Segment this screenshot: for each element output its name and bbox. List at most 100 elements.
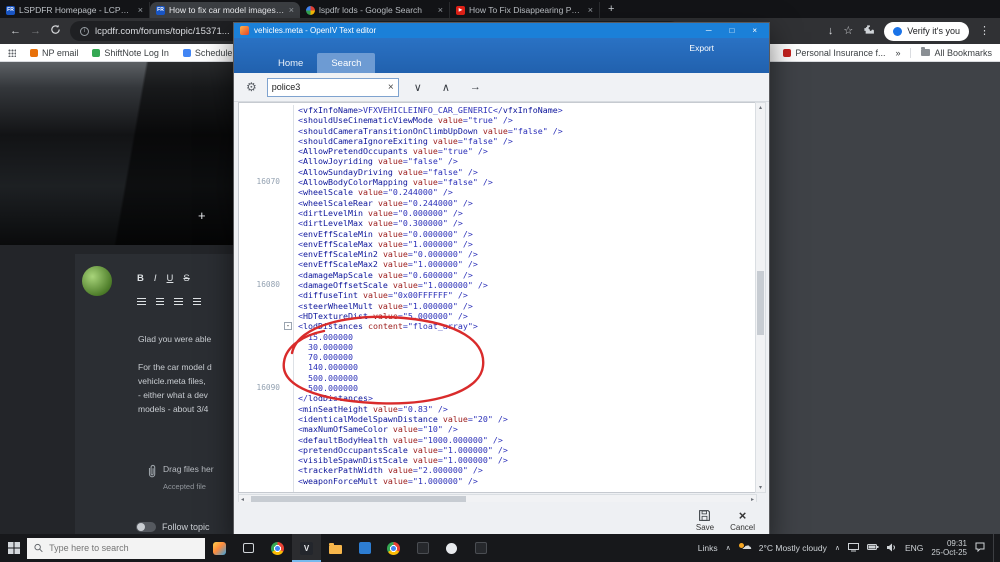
browser-menu-icon[interactable]: ⋮ <box>979 26 990 37</box>
display-icon[interactable] <box>848 543 859 554</box>
align-left-icon[interactable] <box>174 298 183 305</box>
chrome-taskbar-icon[interactable] <box>263 534 292 562</box>
forward-icon[interactable]: → <box>30 26 41 37</box>
follow-topic-toggle[interactable] <box>136 522 156 532</box>
chrome-taskbar-icon-2[interactable] <box>379 534 408 562</box>
bookmark-shiftnote[interactable]: ShiftNote Log In <box>92 48 169 58</box>
italic-button[interactable]: I <box>154 273 157 284</box>
bookmark-personal-insurance[interactable]: Personal Insurance f... <box>783 48 885 58</box>
scroll-up-icon[interactable]: ▴ <box>756 104 765 111</box>
ribbon-tabs: Home Search <box>264 53 375 73</box>
bookmarks-right: Personal Insurance f... » All Bookmarks <box>783 48 992 58</box>
underline-button[interactable]: U <box>167 273 174 284</box>
post-text-line: - either what a dev <box>138 390 208 400</box>
all-bookmarks-button[interactable]: All Bookmarks <box>921 48 992 58</box>
vertical-scroll-thumb[interactable] <box>757 271 764 335</box>
tray-expand-icon[interactable]: ∧ <box>835 544 840 552</box>
search-field[interactable]: × <box>267 78 399 97</box>
browser-tab[interactable]: FR LSPDFR Homepage - LCPDFR.c... × <box>0 2 150 18</box>
search-input[interactable] <box>272 82 384 92</box>
download-icon[interactable]: ↓ <box>828 26 834 37</box>
minimize-icon[interactable]: ─ <box>706 26 712 35</box>
search-toolbar: ⚙ × ∨ ∧ → <box>234 73 769 102</box>
strikethrough-button[interactable]: S <box>183 273 189 284</box>
dark-app-icon-2[interactable] <box>466 534 495 562</box>
volume-icon[interactable] <box>887 543 897 554</box>
code-fold-minus-icon[interactable]: - <box>284 322 292 330</box>
tab-search[interactable]: Search <box>317 53 375 73</box>
bookmark-schedule[interactable]: Schedule A <box>183 48 241 58</box>
quote-plus-button[interactable]: + <box>198 208 206 223</box>
apps-grid-icon[interactable] <box>8 49 16 57</box>
file-explorer-icon[interactable] <box>321 534 350 562</box>
back-icon[interactable]: ← <box>10 26 21 37</box>
notification-center-icon[interactable] <box>975 542 985 554</box>
system-tray: Links ∧ ☁ 2°C Mostly cloudy ∧ ENG 09:31 … <box>698 534 1000 562</box>
white-circle-app-icon[interactable] <box>437 534 466 562</box>
bullet-list-icon[interactable] <box>137 298 146 305</box>
export-button[interactable]: Export <box>689 43 714 53</box>
openiv-taskbar-icon[interactable]: V <box>292 534 321 562</box>
taskbar-search[interactable] <box>27 538 205 559</box>
bold-button[interactable]: B <box>137 273 144 284</box>
tab-close-icon[interactable]: × <box>438 5 443 15</box>
tab-close-icon[interactable]: × <box>588 5 593 15</box>
post-text-line: For the car model d <box>138 362 212 372</box>
battery-icon[interactable] <box>867 543 879 553</box>
news-interests-icon[interactable] <box>205 534 234 562</box>
avatar <box>82 266 112 296</box>
youtube-favicon: ▶ <box>456 6 465 15</box>
tab-close-icon[interactable]: × <box>289 5 294 15</box>
clear-search-icon[interactable]: × <box>388 82 394 93</box>
taskbar-search-input[interactable] <box>49 543 198 553</box>
openiv-ribbon: Export Home Search <box>234 38 769 73</box>
site-info-icon[interactable]: i <box>80 27 89 36</box>
goto-arrow-icon[interactable]: → <box>465 81 486 93</box>
new-tab-button[interactable]: + <box>608 3 614 15</box>
vertical-scrollbar[interactable]: ▴ ▾ <box>755 102 766 493</box>
tab-home[interactable]: Home <box>264 53 317 73</box>
close-icon[interactable]: × <box>752 26 757 35</box>
save-button[interactable]: Save <box>696 509 714 532</box>
blue-app-icon[interactable] <box>350 534 379 562</box>
links-toolbar[interactable]: Links <box>698 543 718 553</box>
task-view-icon[interactable] <box>234 534 263 562</box>
openiv-titlebar[interactable]: vehicles.meta - OpenIV Text editor ─ □ × <box>234 23 769 38</box>
refresh-icon[interactable] <box>50 24 61 38</box>
google-favicon <box>306 6 315 15</box>
format-toolbar-row2 <box>137 298 201 305</box>
drag-files-text[interactable]: Drag files her <box>163 464 214 474</box>
numbered-list-icon[interactable] <box>156 298 164 305</box>
url-text: lcpdfr.com/forums/topic/15371... <box>95 26 230 37</box>
start-button[interactable] <box>0 534 27 562</box>
editor-code-lines[interactable]: <vfxInfoName>VFXVEHICLEINFO_CAR_GENERIC<… <box>294 105 756 492</box>
links-chevron-icon[interactable]: ∧ <box>726 544 731 552</box>
browser-tab[interactable]: ▶ How To Fix Disappearing Police... × <box>450 2 600 18</box>
bookmark-np-email[interactable]: NP email <box>30 48 78 58</box>
dark-app-icon[interactable] <box>408 534 437 562</box>
extensions-puzzle-icon[interactable] <box>863 24 874 38</box>
find-previous-icon[interactable]: ∧ <box>437 81 455 94</box>
align-center-icon[interactable] <box>193 298 201 305</box>
accepted-files-text: Accepted file <box>163 482 206 491</box>
show-desktop-button[interactable] <box>993 534 998 562</box>
editor-fold-column[interactable]: - <box>283 105 294 492</box>
weather-text[interactable]: 2°C Mostly cloudy <box>759 543 827 553</box>
scroll-down-icon[interactable]: ▾ <box>756 484 765 491</box>
windows-logo-icon <box>8 542 20 554</box>
bookmark-favicon <box>783 49 791 57</box>
verify-its-you-button[interactable]: Verify it's you <box>884 22 969 41</box>
language-indicator[interactable]: ENG <box>905 543 923 553</box>
find-next-icon[interactable]: ∨ <box>409 81 427 94</box>
bookmark-star-icon[interactable]: ☆ <box>843 26 853 37</box>
tab-title: How To Fix Disappearing Police... <box>469 5 584 15</box>
taskbar-clock[interactable]: 09:31 25-Oct-25 <box>931 539 967 558</box>
text-editor[interactable]: 160701608016090 - <vfxInfoName>VFXVEHICL… <box>238 102 757 493</box>
cancel-button[interactable]: × Cancel <box>730 510 755 532</box>
tab-close-icon[interactable]: × <box>138 5 143 15</box>
bookmarks-overflow-chevron[interactable]: » <box>895 48 900 58</box>
browser-tab-active[interactable]: FR How to fix car model images -... × <box>150 2 300 18</box>
gear-icon[interactable]: ⚙ <box>246 80 257 94</box>
browser-tab[interactable]: lspdfr lods - Google Search × <box>300 2 450 18</box>
maximize-icon[interactable]: □ <box>729 26 734 35</box>
